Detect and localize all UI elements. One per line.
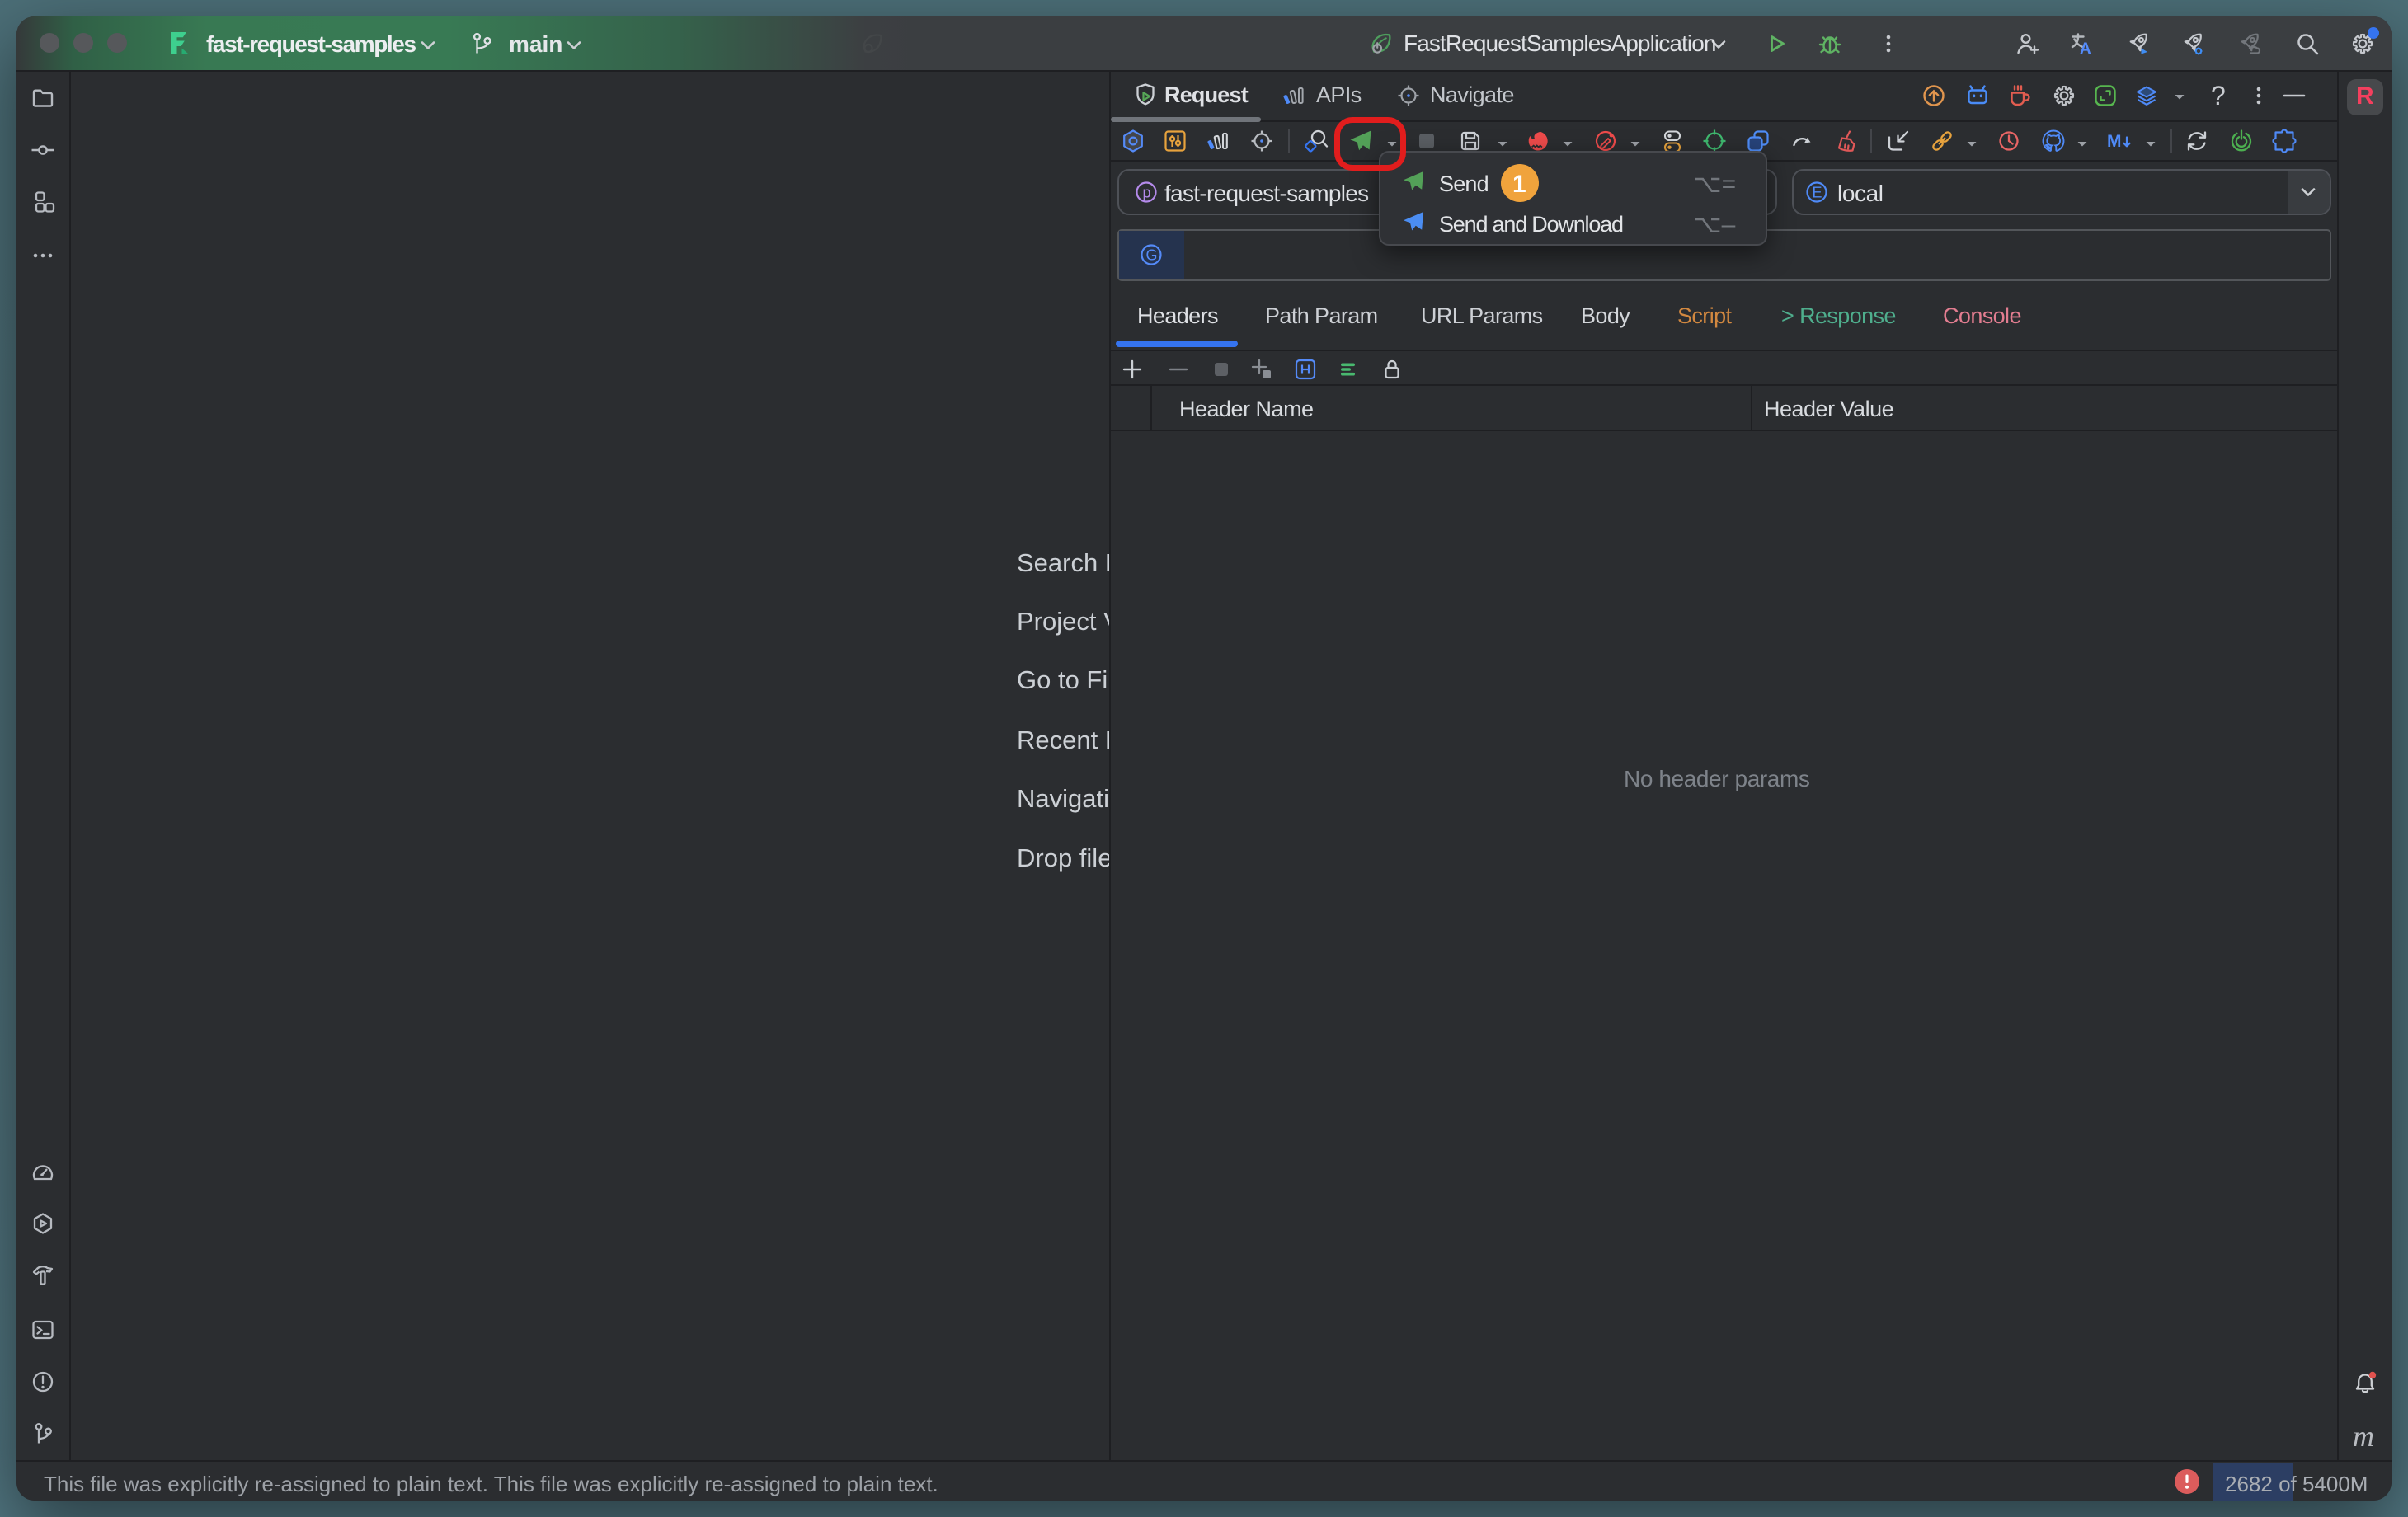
svg-text:M: M <box>2107 132 2122 151</box>
svg-text:E: E <box>1813 185 1822 201</box>
svg-text:p: p <box>1143 185 1151 201</box>
svg-text:A: A <box>2080 40 2091 58</box>
svg-text:G: G <box>1146 247 1158 264</box>
